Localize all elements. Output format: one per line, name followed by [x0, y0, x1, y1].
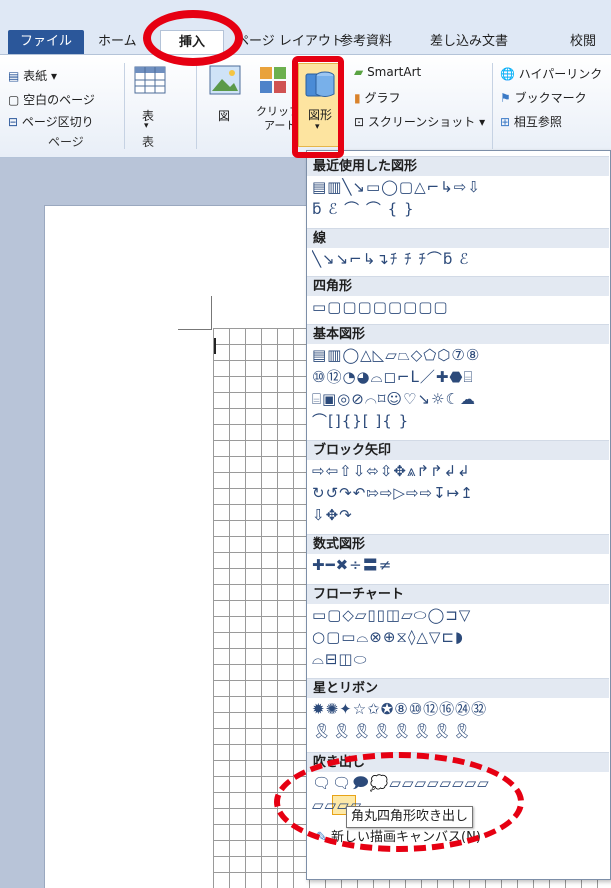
clipart-button[interactable]: クリップ アート: [250, 63, 300, 132]
table-group-label: 表: [142, 135, 155, 149]
category-basic-shapes-header: 基本図形: [307, 324, 609, 344]
smartart-button[interactable]: ▰ SmartArt: [354, 65, 421, 79]
picture-label: 図: [218, 109, 231, 123]
category-rectangles-header: 四角形: [307, 276, 609, 296]
page-corner-mark: [178, 296, 212, 330]
tab-page-layout[interactable]: ページ レイアウト: [236, 30, 344, 54]
tab-review[interactable]: 校閲: [570, 30, 596, 54]
group-separator: [492, 63, 493, 149]
picture-button[interactable]: 図: [206, 63, 246, 131]
shape-row[interactable]: ⌸▣◎⊘⌒⌑☺♡↘☼☾☁: [312, 388, 608, 410]
picture-icon: [209, 65, 241, 95]
group-separator: [196, 63, 197, 149]
smartart-label: SmartArt: [367, 65, 422, 79]
clipart-icon: [260, 67, 286, 93]
hyperlink-button[interactable]: 🌐 ハイパーリンク: [500, 65, 602, 82]
blank-page-button[interactable]: ▢ 空白のページ: [8, 91, 95, 108]
page-break-label: ページ区切り: [21, 115, 94, 129]
shape-row[interactable]: ⌒[]{}[ ]{ }: [312, 410, 608, 432]
page-break-icon: ⊟: [8, 115, 19, 129]
cover-page-icon: ▤: [8, 69, 20, 83]
page-break-button[interactable]: ⊟ ページ区切り: [8, 113, 94, 130]
tab-references[interactable]: 参考資料: [340, 30, 392, 54]
pages-group-label: ページ: [48, 135, 84, 149]
blank-page-icon: ▢: [8, 93, 20, 107]
shape-row[interactable]: ▭▢▢▢▢▢▢▢▢: [312, 296, 608, 318]
table-button[interactable]: 表 ▾: [130, 63, 170, 131]
tab-mailings[interactable]: 差し込み文書: [430, 30, 508, 54]
shape-row[interactable]: ✚━✖÷〓≠: [312, 554, 608, 576]
insert-tab-highlight: [143, 10, 243, 66]
category-recent-header: 最近使用した図形: [307, 156, 609, 176]
category-stars-ribbons-header: 星とリボン: [307, 678, 609, 698]
screenshot-icon: ⊡: [354, 115, 365, 129]
callouts-highlight: [274, 752, 524, 852]
shape-row[interactable]: ▭▢◇▱▯▯◫▱⬭◯⊐▽: [312, 604, 608, 626]
hyperlink-icon: 🌐: [500, 67, 515, 81]
shape-row[interactable]: ╲↘↘⌐↳↴ﾁ ﾁ ﾁ⌒ƃ ℰ: [312, 248, 608, 270]
shape-row[interactable]: ƃ ℰ ⌒ ⌒ { }: [312, 198, 608, 220]
shape-row[interactable]: ⇩✥↷: [312, 504, 608, 526]
smartart-icon: ▰: [354, 65, 364, 79]
cross-reference-label: 相互参照: [513, 115, 562, 129]
shape-row[interactable]: ↻↺↷↶⇰⇨▷⇨⇨↧↦↥: [312, 482, 608, 504]
shape-row[interactable]: ✹✺✦☆✩✪⑧⑩⑫⑯㉔㉜: [312, 698, 608, 720]
category-lines-header: 線: [307, 228, 609, 248]
ribbon-tab-bar: ファイル ホーム 挿入 ページ レイアウト 参考資料 差し込み文書 校閲: [0, 0, 611, 60]
cross-reference-button[interactable]: ⊞ 相互参照: [500, 113, 562, 130]
blank-page-label: 空白のページ: [23, 93, 95, 107]
shape-row[interactable]: 🎗🎗🎗🎗🎗🎗🎗🎗: [312, 720, 608, 742]
table-icon: [134, 66, 166, 94]
shapes-button-highlight: [292, 56, 344, 158]
chart-icon: ▮: [354, 91, 361, 105]
category-equation-shapes-header: 数式図形: [307, 534, 609, 554]
hyperlink-label: ハイパーリンク: [518, 67, 603, 81]
bookmark-label: ブックマーク: [514, 91, 587, 105]
shape-row[interactable]: ▤▥◯△◺▱⏢◇⬠⬡⑦⑧: [312, 344, 608, 366]
cross-reference-icon: ⊞: [500, 115, 511, 129]
chevron-down-icon: ▾: [144, 121, 149, 131]
cover-page-button[interactable]: ▤ 表紙 ▾: [8, 67, 57, 84]
screenshot-button[interactable]: ⊡ スクリーンショット ▾: [354, 113, 485, 130]
category-block-arrows-header: ブロック矢印: [307, 440, 609, 460]
shape-row[interactable]: ⇨⇦⇧⇩⬄⇳✥⩓↱↱↲↲: [312, 460, 608, 482]
tab-file[interactable]: ファイル: [8, 30, 84, 54]
chart-button[interactable]: ▮ グラフ: [354, 89, 400, 106]
category-flowchart-header: フローチャート: [307, 584, 609, 604]
screenshot-label: スクリーンショット ▾: [367, 115, 486, 129]
group-separator: [124, 63, 125, 149]
bookmark-icon: ⚑: [500, 91, 511, 105]
text-cursor: [214, 338, 216, 354]
bookmark-button[interactable]: ⚑ ブックマーク: [500, 89, 587, 106]
tab-home[interactable]: ホーム: [98, 30, 137, 54]
shape-row[interactable]: ▤▥╲↘▭◯▢△⌐↳⇨⇩: [312, 176, 608, 198]
shape-row[interactable]: ⑩⑫◔◕⌓◻⌐ᒪ／✚⬣⌸: [312, 366, 608, 388]
cover-page-label: 表紙 ▾: [23, 69, 58, 83]
chart-label: グラフ: [364, 91, 401, 105]
shape-row[interactable]: ○▢▭⌓⊗⊕⧖◊△▽⊏◗: [312, 626, 608, 648]
shape-row[interactable]: ⌓⊟◫⬭: [312, 648, 608, 670]
